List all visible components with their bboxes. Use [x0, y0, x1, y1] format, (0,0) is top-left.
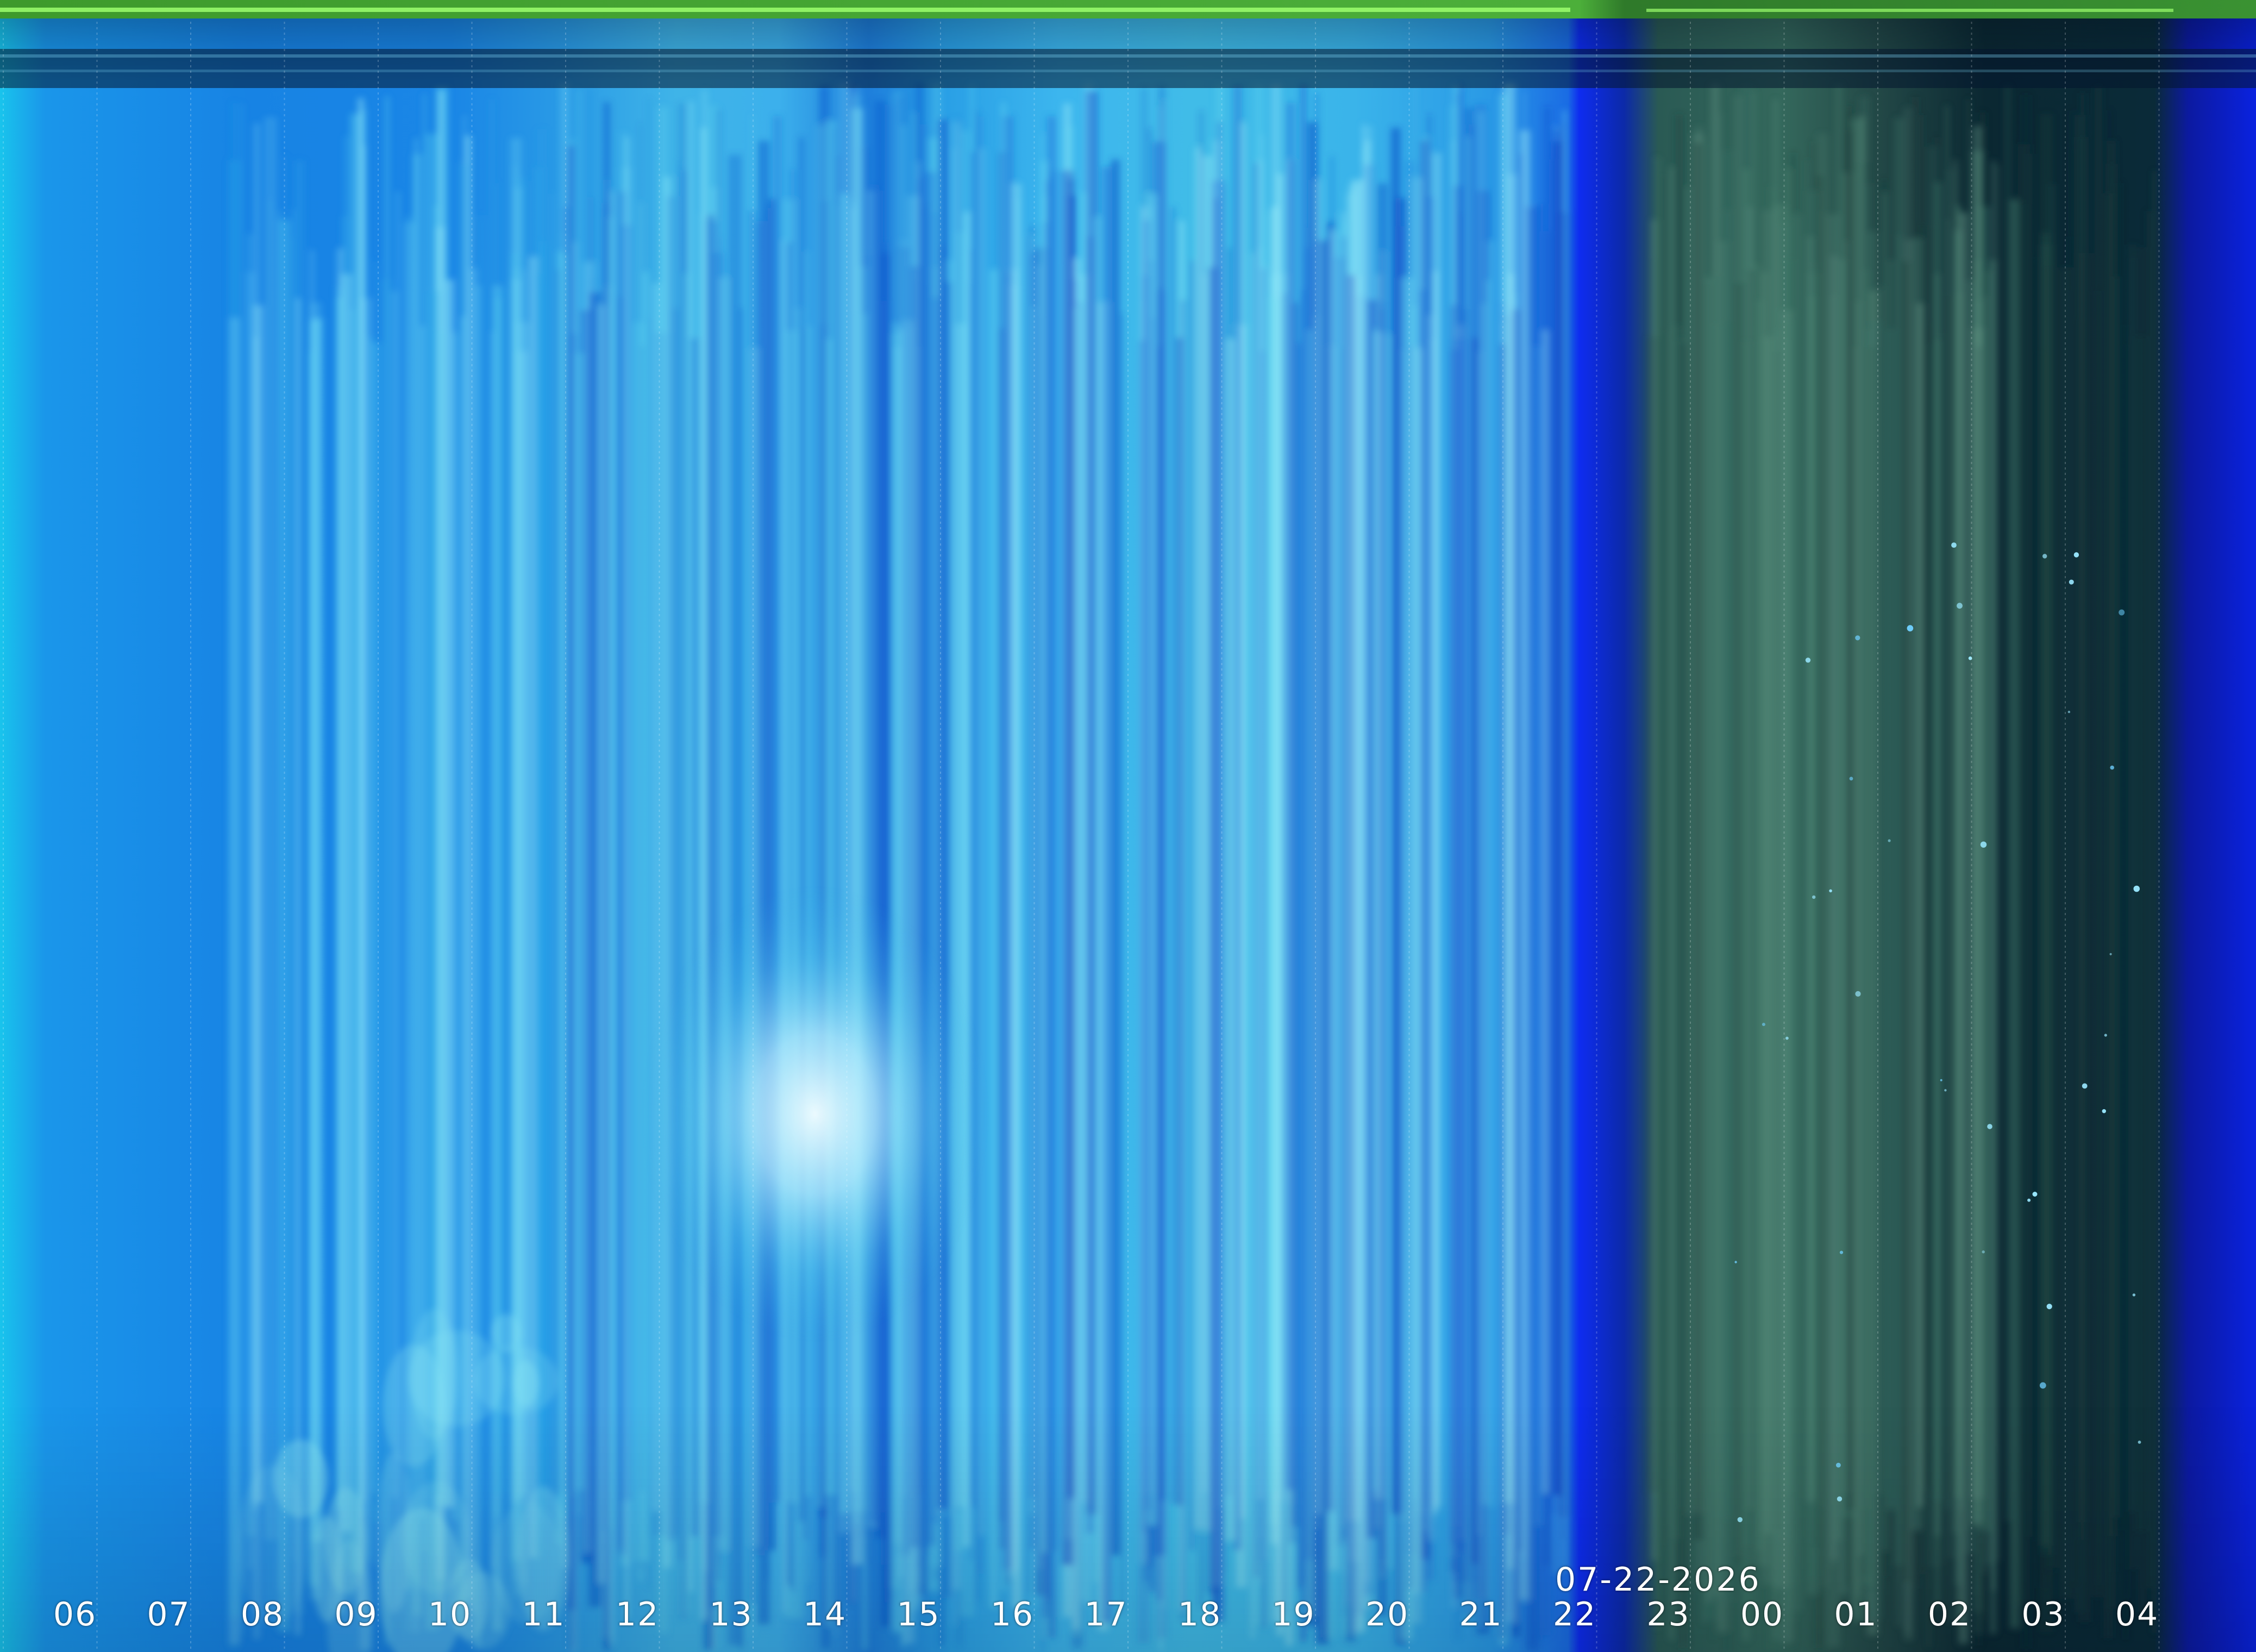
star-dot: [1849, 777, 1853, 781]
star-dot: [2082, 1083, 2088, 1089]
star-dot: [1855, 635, 1860, 641]
star-dot: [1940, 1079, 1942, 1081]
star-dot: [2133, 885, 2140, 892]
star-dot: [2102, 1109, 2106, 1113]
star-dot: [1980, 841, 1987, 848]
star-dot: [2109, 953, 2112, 955]
star-dot: [2104, 1034, 2107, 1037]
star-dot: [1737, 1517, 1743, 1523]
star-dot: [2027, 1198, 2031, 1202]
star-dot: [1837, 1496, 1843, 1501]
date-label: 07-22-2026: [1555, 1561, 1761, 1599]
star-dot: [2132, 1293, 2136, 1297]
star-dot: [1762, 1023, 1765, 1027]
star-dot: [1839, 1250, 1844, 1254]
star-dot: [2110, 765, 2114, 770]
star-dot: [1836, 1462, 1841, 1468]
star-dot: [2067, 710, 2071, 714]
star-dot: [2032, 1192, 2038, 1197]
star-dot: [1785, 1036, 1789, 1040]
star-dot: [1855, 991, 1861, 997]
star-dot: [1907, 625, 1914, 631]
star-dot: [1944, 1089, 1947, 1092]
star-dot: [1957, 603, 1963, 609]
star-dot: [1982, 1250, 1985, 1254]
keogram-image: 06 07 08 09 10 11 12 13 14 15 16 17 18 19 20 21 22 23 00 01…: [0, 0, 2256, 1652]
star-dot: [2138, 1441, 2141, 1444]
star-dot: [1812, 895, 1816, 899]
star-dot: [1888, 839, 1891, 842]
star-dot: [2069, 579, 2074, 585]
star-dot: [2073, 552, 2079, 558]
star-dot: [2042, 554, 2047, 559]
keogram-sky: [0, 0, 2256, 1652]
star-dot: [1951, 542, 1957, 548]
star-dot: [1987, 1124, 1992, 1129]
star-dot: [1829, 889, 1832, 893]
star-dot: [2039, 1382, 2046, 1389]
star-dot: [1805, 658, 1811, 663]
star-dot: [2119, 609, 2125, 616]
star-dot: [1734, 1261, 1737, 1263]
star-dot: [2046, 1304, 2052, 1310]
